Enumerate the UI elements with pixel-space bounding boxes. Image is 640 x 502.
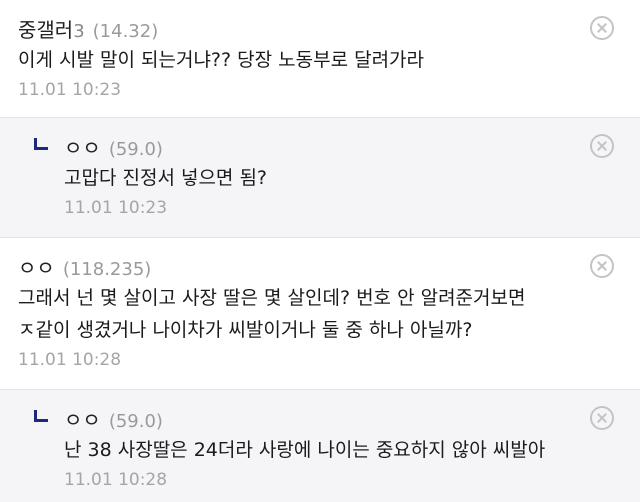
comment-ip: (14.32): [92, 21, 159, 42]
comment-ip: (118.235): [62, 259, 152, 280]
comment-meta: 중갤러3 (14.32): [18, 14, 580, 43]
comment-text: 고맙다 진정서 넣으면 됨?: [64, 167, 268, 189]
reply-arrow-icon: [34, 138, 48, 150]
comment-nickname[interactable]: ㅇㅇ: [64, 132, 101, 161]
comment-text: 그래서 넌 몇 살이고 사장 딸은 몇 살인데? 번호 안 알려준거보면 ㅈ같이…: [18, 287, 526, 341]
comment-timestamp: 11.01 10:23: [64, 198, 168, 218]
comment-nickname[interactable]: ㅇㅇ: [64, 404, 101, 433]
comment-meta: ㅇㅇ (59.0): [64, 404, 580, 433]
comment-text: 난 38 사장딸은 24더라 사랑에 나이는 중요하지 않아 씨발아: [64, 439, 546, 461]
circle-x-icon[interactable]: [590, 254, 614, 278]
reply-arrow-icon: [34, 410, 48, 422]
circle-x-icon[interactable]: [590, 406, 614, 430]
comment-text: 이게 시발 말이 되는거냐?? 당장 노동부로 달려가라: [18, 49, 425, 71]
reply-content: ㅇㅇ (59.0) 고맙다 진정서 넣으면 됨? 11.01 10:23: [18, 132, 580, 228]
reply-item: ㅇㅇ (59.0) 난 38 사장딸은 24더라 사랑에 나이는 중요하지 않아…: [0, 390, 640, 502]
comment-meta: ㅇㅇ (59.0): [64, 132, 580, 161]
reply-content: ㅇㅇ (59.0) 난 38 사장딸은 24더라 사랑에 나이는 중요하지 않아…: [18, 404, 580, 490]
reply-item: ㅇㅇ (59.0) 고맙다 진정서 넣으면 됨? 11.01 10:23: [0, 118, 640, 238]
comment-timestamp: 11.01 10:28: [18, 350, 122, 370]
nickname-suffix: 3: [73, 21, 85, 42]
comment-item: 중갤러3 (14.32) 이게 시발 말이 되는거냐?? 당장 노동부로 달려가…: [0, 0, 640, 118]
comment-timestamp: 11.01 10:28: [64, 470, 168, 490]
comment-meta: ㅇㅇ (118.235): [18, 252, 580, 281]
comment-nickname[interactable]: ㅇㅇ: [18, 252, 55, 281]
comment-ip: (59.0): [108, 411, 163, 432]
comment-list: 중갤러3 (14.32) 이게 시발 말이 되는거냐?? 당장 노동부로 달려가…: [0, 0, 640, 502]
comment-item: ㅇㅇ (118.235) 그래서 넌 몇 살이고 사장 딸은 몇 살인데? 번호…: [0, 238, 640, 390]
comment-timestamp: 11.01 10:23: [18, 80, 122, 100]
circle-x-icon[interactable]: [590, 16, 614, 40]
comment-nickname[interactable]: 중갤러3: [18, 14, 85, 43]
comment-ip: (59.0): [108, 139, 163, 160]
circle-x-icon[interactable]: [590, 134, 614, 158]
